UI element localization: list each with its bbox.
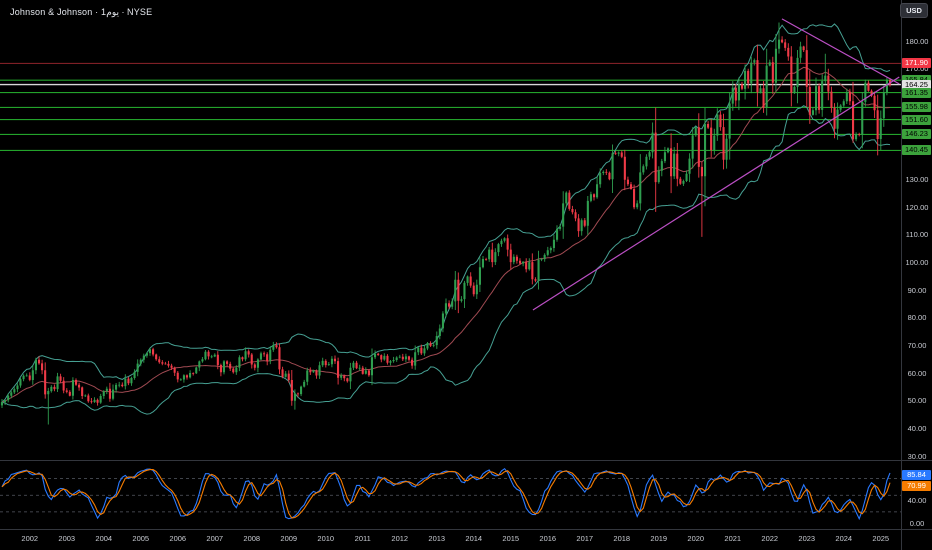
price-badge-155.98: 155.98 [902,102,931,112]
stoch-tick-40.00[interactable]: 40.00 [903,496,931,505]
year-label-2021[interactable]: 2021 [720,534,746,543]
price-badge-146.23: 146.23 [902,129,931,139]
year-label-2023[interactable]: 2023 [794,534,820,543]
price-chart-canvas[interactable] [0,0,932,550]
price-tick-60.00[interactable]: 60.00 [903,369,931,378]
price-badge-161.35: 161.35 [902,88,931,98]
stoch-tick-0.00[interactable]: 0.00 [903,519,931,528]
year-label-2014[interactable]: 2014 [461,534,487,543]
year-label-2005[interactable]: 2005 [128,534,154,543]
stoch-k-badge: 85.84 [902,470,931,480]
year-label-2022[interactable]: 2022 [757,534,783,543]
year-label-2012[interactable]: 2012 [387,534,413,543]
year-label-2003[interactable]: 2003 [54,534,80,543]
year-label-2017[interactable]: 2017 [572,534,598,543]
price-tick-70.00[interactable]: 70.00 [903,341,931,350]
price-tick-90.00[interactable]: 90.00 [903,286,931,295]
year-label-2010[interactable]: 2010 [313,534,339,543]
price-tick-180.00[interactable]: 180.00 [903,37,931,46]
price-tick-100.00[interactable]: 100.00 [903,258,931,267]
currency-toggle-button[interactable]: USD [900,3,928,18]
year-label-2011[interactable]: 2011 [350,534,376,543]
year-label-2018[interactable]: 2018 [609,534,635,543]
price-tick-30.00[interactable]: 30.00 [903,452,931,461]
year-label-2013[interactable]: 2013 [424,534,450,543]
price-badge-151.60: 151.60 [902,115,931,125]
price-tick-80.00[interactable]: 80.00 [903,313,931,322]
year-label-2016[interactable]: 2016 [535,534,561,543]
year-label-2004[interactable]: 2004 [91,534,117,543]
year-label-2006[interactable]: 2006 [165,534,191,543]
year-label-2015[interactable]: 2015 [498,534,524,543]
stoch-d-badge: 70.99 [902,481,931,491]
year-label-2024[interactable]: 2024 [831,534,857,543]
price-tick-40.00[interactable]: 40.00 [903,424,931,433]
year-label-2025[interactable]: 2025 [868,534,894,543]
price-badge-171.90: 171.90 [902,58,931,68]
price-badge-140.45: 140.45 [902,145,931,155]
year-label-2009[interactable]: 2009 [276,534,302,543]
symbol-title[interactable]: Johnson & Johnson · 1يوم · NYSE [10,7,152,18]
year-label-2002[interactable]: 2002 [17,534,43,543]
year-label-2019[interactable]: 2019 [646,534,672,543]
price-tick-120.00[interactable]: 120.00 [903,203,931,212]
chart-window: Johnson & Johnson · 1يوم · NYSE USD 180.… [0,0,932,550]
price-tick-50.00[interactable]: 50.00 [903,396,931,405]
year-label-2020[interactable]: 2020 [683,534,709,543]
price-tick-130.00[interactable]: 130.00 [903,175,931,184]
price-tick-110.00[interactable]: 110.00 [903,230,931,239]
year-label-2008[interactable]: 2008 [239,534,265,543]
year-label-2007[interactable]: 2007 [202,534,228,543]
